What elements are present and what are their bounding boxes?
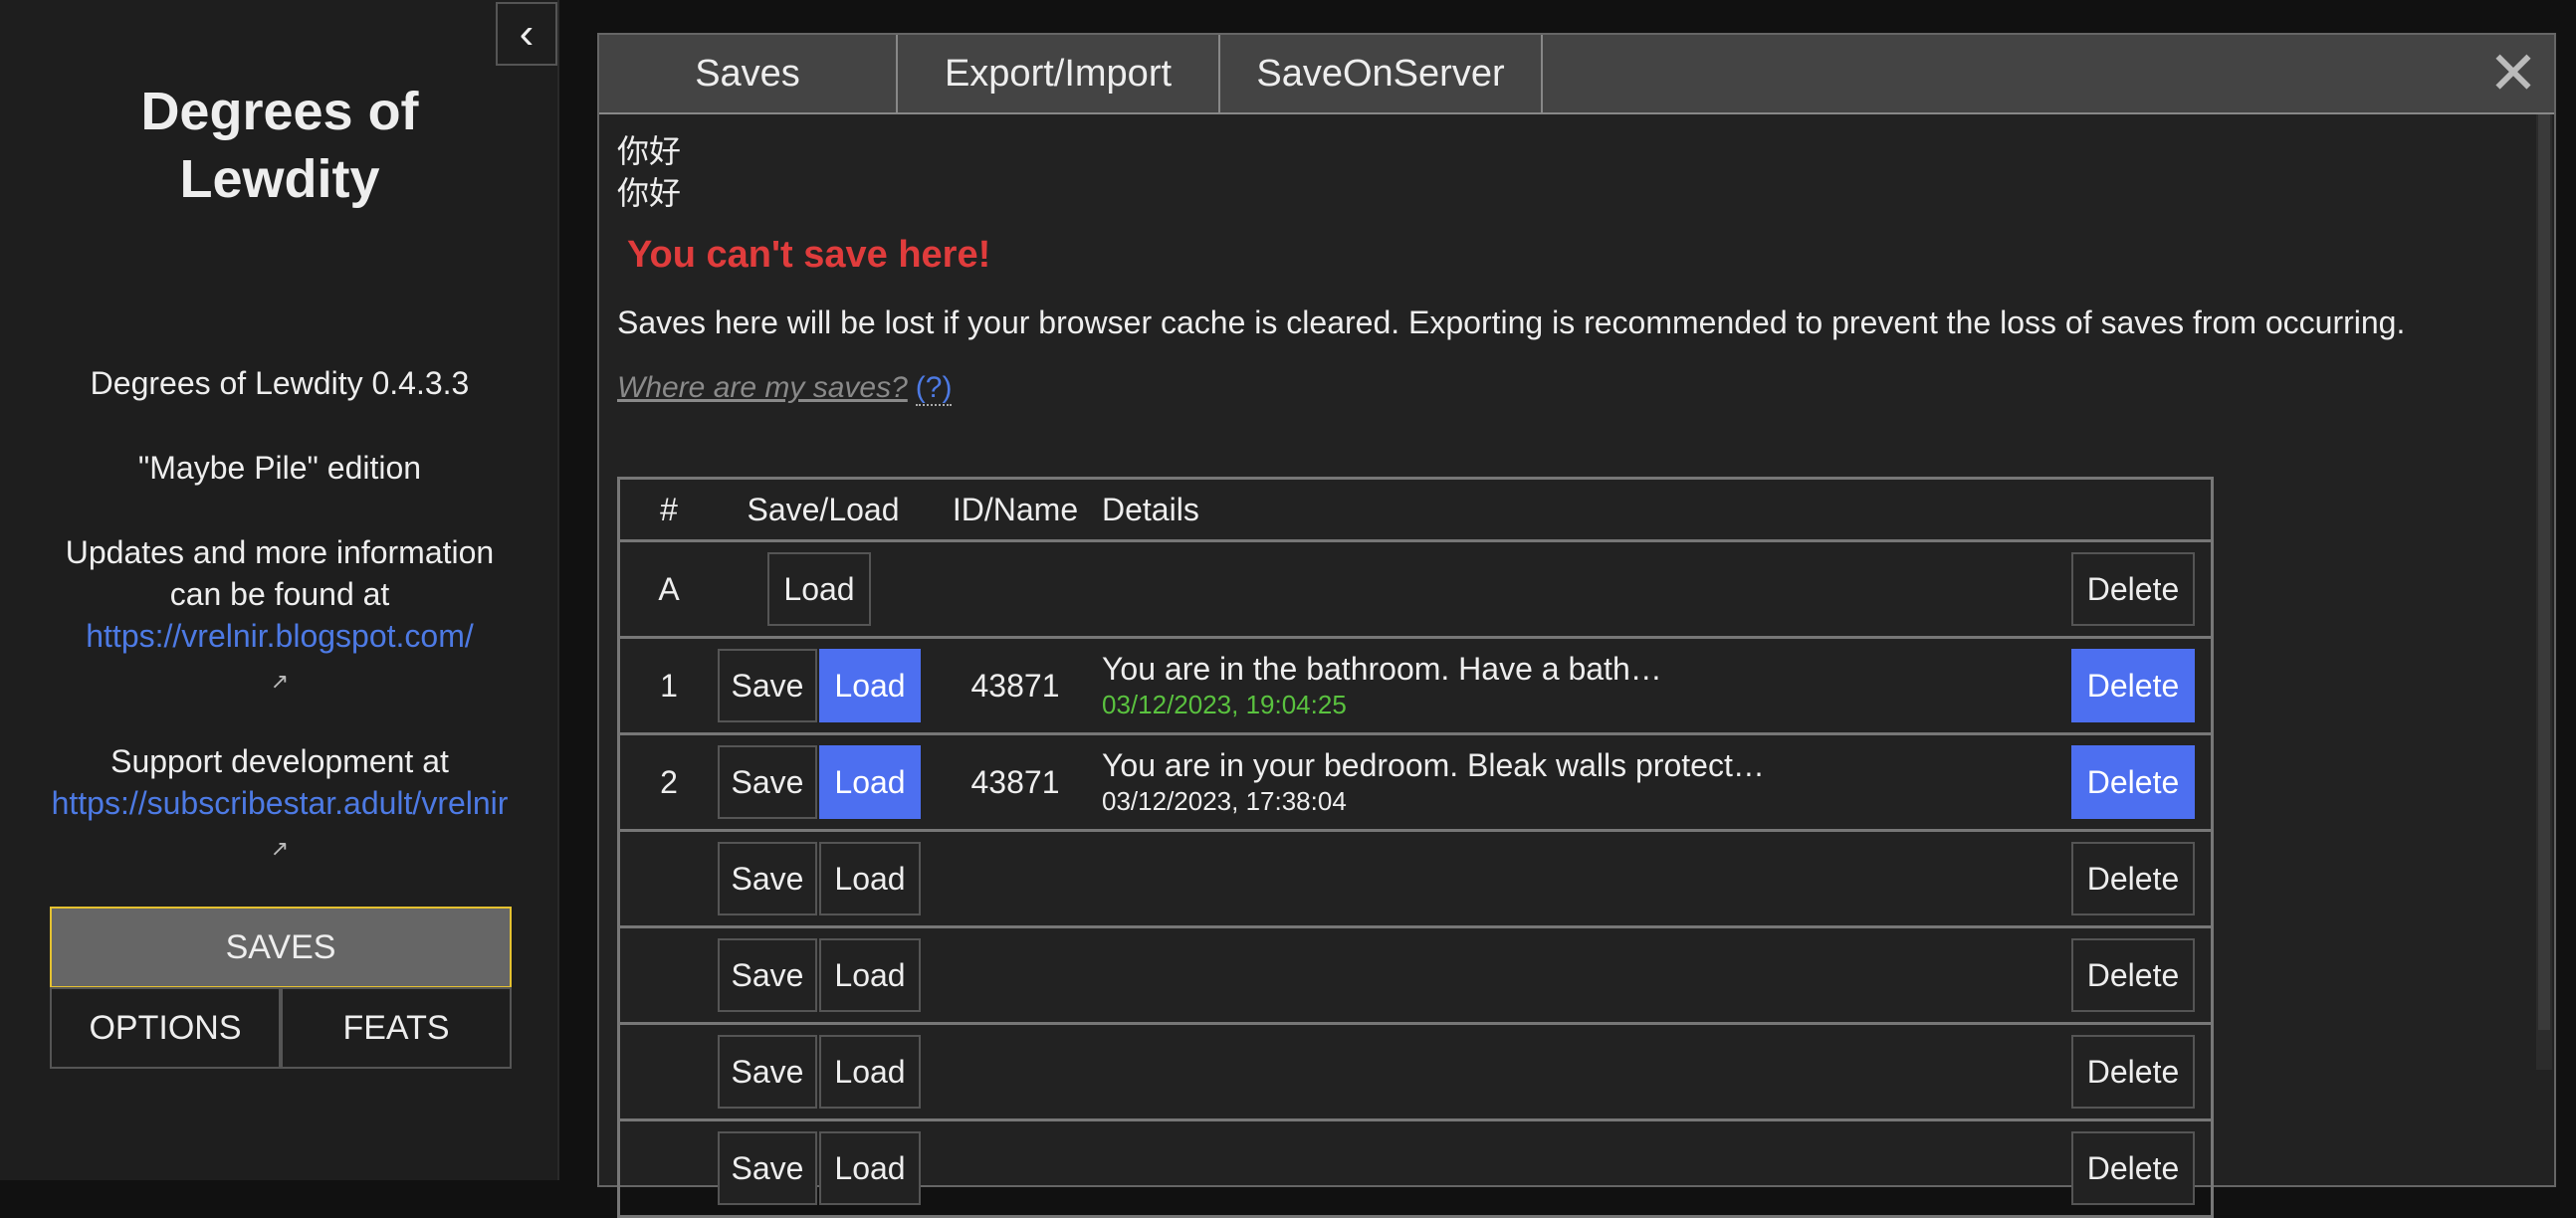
- save-id: 43871: [929, 733, 1102, 832]
- load-button[interactable]: Load: [819, 842, 921, 915]
- table-header-row: # Save/Load ID/Name Details: [618, 478, 2213, 542]
- delete-button[interactable]: Delete: [2071, 745, 2195, 819]
- save-details: You are in the bathroom. Have a bath… 03…: [1102, 637, 2071, 735]
- edition-text: "Maybe Pile" edition: [137, 450, 422, 486]
- where-are-my-saves-link[interactable]: Where are my saves?: [617, 371, 908, 404]
- saves-dialog: Saves Export/Import SaveOnServer ✕ 你好 你好…: [597, 33, 2556, 1218]
- updates-text: Updates and more information can be foun…: [65, 534, 495, 612]
- external-link-icon: ↗: [270, 836, 290, 861]
- load-button[interactable]: Load: [819, 745, 921, 819]
- table-row: Save Load Delete: [618, 830, 2213, 928]
- save-button[interactable]: Save: [718, 745, 817, 819]
- save-button[interactable]: Save: [718, 1131, 817, 1205]
- table-row: Save Load Delete: [618, 1023, 2213, 1121]
- collapse-sidebar-button[interactable]: ‹: [496, 2, 557, 66]
- table-row: 2 Save Load 43871 You are in your bedroom…: [618, 733, 2213, 832]
- slot-number: 2: [618, 733, 718, 832]
- col-header-save-load: Save/Load: [718, 478, 929, 542]
- updates-block: Updates and more information can be foun…: [0, 531, 559, 703]
- message-line: 你好: [617, 175, 682, 211]
- slot-number: 1: [618, 637, 718, 735]
- subscribestar-link[interactable]: https://subscribestar.adult/vrelnir: [52, 785, 509, 821]
- message-line: 你好: [617, 133, 682, 169]
- chevron-left-icon: ‹: [519, 9, 535, 58]
- save-id: 43871: [929, 637, 1102, 735]
- warning-text: You can't save here!: [627, 234, 991, 276]
- support-text: Support development at: [110, 743, 449, 779]
- save-date: 03/12/2023, 17:38:04: [1102, 786, 1347, 816]
- save-description: You are in your bedroom. Bleak walls pro…: [1102, 747, 1765, 783]
- tab-saves[interactable]: Saves: [599, 35, 898, 112]
- load-button[interactable]: Load: [819, 1131, 921, 1205]
- external-link-icon: ↗: [270, 669, 290, 694]
- blog-link[interactable]: https://vrelnir.blogspot.com/: [86, 618, 474, 654]
- col-header-details: Details: [1102, 478, 2071, 542]
- close-icon: ✕: [2487, 40, 2539, 106]
- delete-button[interactable]: Delete: [2071, 552, 2195, 626]
- load-button[interactable]: Load: [819, 649, 921, 722]
- tab-bar: Saves Export/Import SaveOnServer ✕: [599, 35, 2554, 114]
- load-button[interactable]: Load: [819, 1035, 921, 1109]
- saves-menu-button[interactable]: SAVES: [50, 907, 512, 988]
- save-button[interactable]: Save: [718, 1035, 817, 1109]
- save-button[interactable]: Save: [718, 842, 817, 915]
- save-button[interactable]: Save: [718, 649, 817, 722]
- version-text: Degrees of Lewdity 0.4.3.3: [90, 365, 470, 401]
- help-link[interactable]: (?): [915, 371, 953, 406]
- save-date: 03/12/2023, 19:04:25: [1102, 690, 1347, 719]
- delete-button[interactable]: Delete: [2071, 938, 2195, 1012]
- tab-save-on-server[interactable]: SaveOnServer: [1220, 35, 1543, 112]
- save-details: You are in your bedroom. Bleak walls pro…: [1102, 733, 2071, 832]
- close-button[interactable]: ✕: [2480, 40, 2546, 106]
- table-row: Save Load Delete: [618, 926, 2213, 1025]
- table-row: A Load Delete: [618, 540, 2213, 639]
- col-header-delete: [2071, 478, 2213, 542]
- scrollbar-thumb[interactable]: [2538, 114, 2550, 1030]
- tab-export-import[interactable]: Export/Import: [898, 35, 1220, 112]
- save-button[interactable]: Save: [718, 938, 817, 1012]
- save-description: You are in the bathroom. Have a bath…: [1102, 651, 1662, 687]
- load-button[interactable]: Load: [819, 938, 921, 1012]
- saves-table: # Save/Load ID/Name Details A Load Delet…: [617, 477, 2214, 1218]
- delete-button[interactable]: Delete: [2071, 1131, 2195, 1205]
- game-title-text: Degrees of Lewdity: [140, 82, 419, 209]
- dialog-content: 你好 你好 You can't save here! Saves here wi…: [617, 130, 2518, 406]
- slot-number: A: [618, 540, 718, 639]
- scrollbar[interactable]: [2536, 114, 2552, 1070]
- table-row: Save Load Delete: [618, 1119, 2213, 1218]
- where-row: Where are my saves? (?): [617, 371, 2518, 406]
- delete-button[interactable]: Delete: [2071, 842, 2195, 915]
- options-menu-button[interactable]: OPTIONS: [50, 987, 281, 1069]
- load-button[interactable]: Load: [767, 552, 871, 626]
- support-block: Support development at https://subscribe…: [0, 740, 559, 870]
- col-header-number: #: [618, 478, 718, 542]
- sidebar: ‹ Degrees of Lewdity Degrees of Lewdity …: [0, 0, 559, 1180]
- delete-button[interactable]: Delete: [2071, 649, 2195, 722]
- feats-menu-button[interactable]: FEATS: [281, 987, 512, 1069]
- cache-note: Saves here will be lost if your browser …: [617, 304, 2406, 340]
- game-title: Degrees of Lewdity: [0, 78, 559, 213]
- col-header-id-name: ID/Name: [929, 478, 1102, 542]
- table-row: 1 Save Load 43871 You are in the bathroom…: [618, 637, 2213, 735]
- delete-button[interactable]: Delete: [2071, 1035, 2195, 1109]
